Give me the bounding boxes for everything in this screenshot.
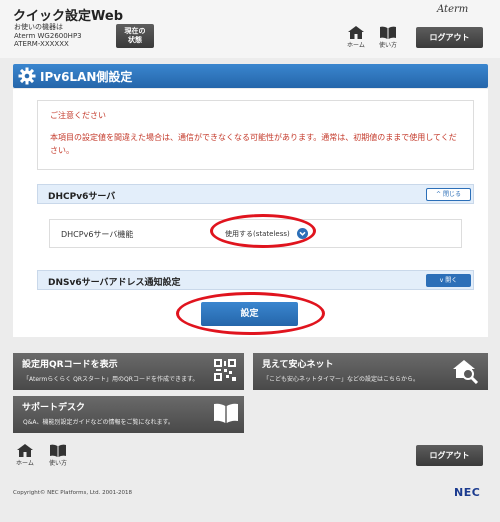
home-icon [16, 444, 33, 457]
footer-home-button[interactable]: ホーム [16, 444, 34, 467]
support-desk-tile[interactable]: サポートデスク Q&A、機能別設定ガイドなどの情報をご覧になれます。 [13, 396, 244, 433]
device-label: お使いの機器は [14, 23, 63, 31]
app-title: クイック設定Web [13, 9, 123, 24]
brand-logo: Aterm [437, 4, 469, 15]
copyright: Copyright© NEC Platforms, Ltd. 2001-2018 [13, 490, 133, 496]
notice-title: ご注意ください [50, 111, 106, 120]
dnsv6-section-title: DNSv6サーバアドレス通知設定 [48, 278, 181, 288]
support-tile-desc: Q&A、機能別設定ガイドなどの情報をご覧になれます。 [23, 419, 174, 426]
book-icon [214, 403, 238, 423]
device-model: Aterm WG2600HP3 [14, 31, 82, 40]
page-title: IPv6LAN側設定 [40, 70, 133, 84]
settings-panel: ご注意ください 本項目の設定値を間違えた場合は、通信ができなくなる可能性がありま… [13, 89, 488, 337]
logout-button[interactable]: ログアウト [416, 27, 483, 48]
mieteanshin-tile-title: 見えて安心ネット [262, 360, 334, 370]
device-info: お使いの機器は Aterm WG2600HP3 ATERM-XXXXXX [14, 23, 82, 49]
manual-button[interactable]: 使い方 [379, 26, 397, 49]
select-highlight-ring [210, 214, 316, 248]
footer-manual-button[interactable]: 使い方 [49, 444, 67, 467]
dnsv6-section-header: DNSv6サーバアドレス通知設定 v 開く [37, 270, 474, 290]
support-tile-title: サポートデスク [22, 403, 86, 413]
notice-body: 本項目の設定値を間違えた場合は、通信ができなくなる可能性があります。通常は、初期… [50, 133, 457, 155]
nec-logo: NEC [454, 486, 481, 499]
qr-tile-desc: 「Atermらくらく QRスタート」用のQRコードを作成できます。 [23, 376, 199, 383]
device-name: ATERM-XXXXXX [14, 40, 69, 48]
mieteanshin-tile-desc: 「こども安心ネットタイマー」などの設定はこちらから。 [263, 376, 420, 383]
dhcpv6-section-header: DHCPv6サーバ ^ 閉じる [37, 184, 474, 204]
qr-code-tile[interactable]: 設定用QRコードを表示 「Atermらくらく QRスタート」用のQRコードを作成… [13, 353, 244, 390]
dnsv6-expand-button[interactable]: v 開く [426, 274, 471, 287]
current-status-button[interactable]: 現在の状態 [116, 24, 154, 48]
dhcpv6-collapse-button[interactable]: ^ 閉じる [426, 188, 471, 201]
footer-logout-button[interactable]: ログアウト [416, 445, 483, 466]
qr-code-icon [214, 359, 236, 381]
expand-label: 開く [445, 277, 458, 284]
footer-home-label: ホーム [16, 460, 34, 467]
qr-tile-title: 設定用QRコードを表示 [22, 360, 118, 370]
current-status-label: 現在の状態 [124, 27, 146, 44]
chevron-up-icon: ^ [436, 191, 442, 198]
page-heading: IPv6LAN側設定 [13, 64, 488, 88]
dhcpv6-section-title: DHCPv6サーバ [48, 192, 116, 202]
gear-icon [18, 67, 36, 85]
home-label: ホーム [347, 42, 365, 49]
house-search-icon [453, 360, 479, 384]
manual-label: 使い方 [379, 42, 398, 49]
home-button[interactable]: ホーム [347, 26, 365, 49]
home-icon [347, 26, 364, 39]
collapse-label: 閉じる [442, 191, 461, 198]
notice-box: ご注意ください 本項目の設定値を間違えた場合は、通信ができなくなる可能性がありま… [37, 100, 474, 170]
book-icon [380, 26, 396, 39]
footer-manual-label: 使い方 [49, 460, 68, 467]
book-icon [50, 444, 66, 457]
dhcpv6-server-label: DHCPv6サーバ機能 [61, 230, 134, 239]
mieteanshin-net-tile[interactable]: 見えて安心ネット 「こども安心ネットタイマー」などの設定はこちらから。 [253, 353, 488, 390]
header: クイック設定Web お使いの機器は Aterm WG2600HP3 ATERM-… [0, 0, 500, 58]
chevron-down-icon: v [439, 277, 444, 284]
dhcpv6-server-row: DHCPv6サーバ機能 使用する(stateless) [49, 214, 462, 248]
apply-highlight-ring [176, 292, 325, 335]
